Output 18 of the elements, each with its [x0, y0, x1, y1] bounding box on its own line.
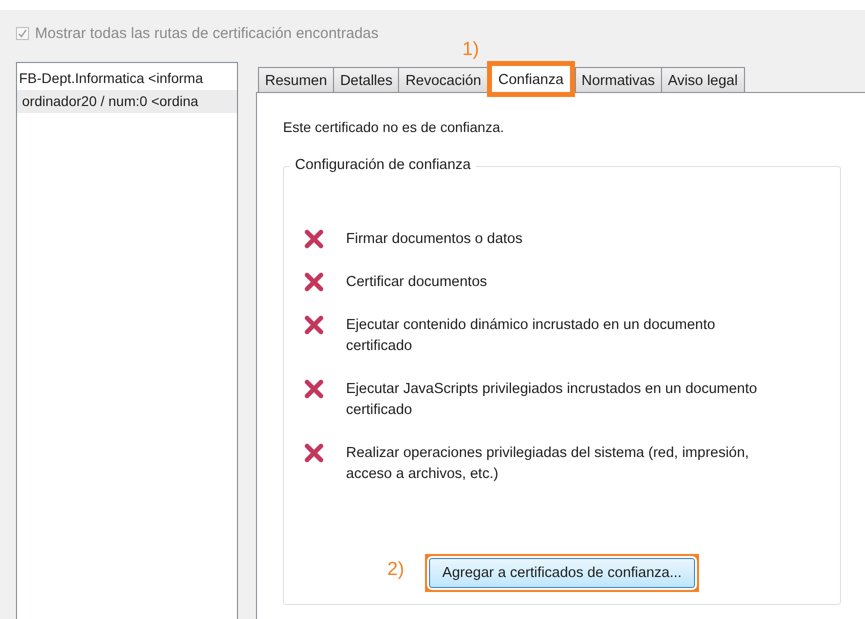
annotation-label: 2) — [387, 559, 404, 581]
permission-text: Realizar operaciones privilegiadas del sistema (red, impresión, acceso a archivos, etc.) — [346, 444, 750, 484]
add-to-trusted-button[interactable]: Agregar a certificados de confianza... — [429, 558, 695, 588]
permission-text: Ejecutar JavaScripts privilegiados incrustados en un documento certificado — [346, 380, 758, 420]
tab[interactable]: Detalles — [333, 67, 400, 93]
tab[interactable]: Normativas — [574, 67, 662, 93]
list-item[interactable]: ordinador20 / num:0 <ordina — [17, 90, 237, 113]
permission-text: Ejecutar contenido dinámico incrustado en un documento certificado — [346, 316, 716, 356]
checkbox-label: Mostrar todas las rutas de certificación encontradas — [35, 24, 378, 42]
group-title: Configuración de confianza — [290, 157, 476, 173]
tab[interactable]: Revocación — [398, 67, 488, 93]
permission-text: Certificar documentos — [346, 273, 488, 292]
annotation-label: 1) — [462, 38, 480, 62]
status-text: Este certificado no es de confianza. — [283, 119, 506, 135]
permission-text: Firmar documentos o datos — [346, 230, 524, 249]
tab[interactable]: Aviso legal — [660, 67, 745, 93]
tab[interactable]: Resumen — [258, 67, 334, 93]
list-item[interactable]: FB-Dept.Informatica <informa — [17, 67, 237, 90]
